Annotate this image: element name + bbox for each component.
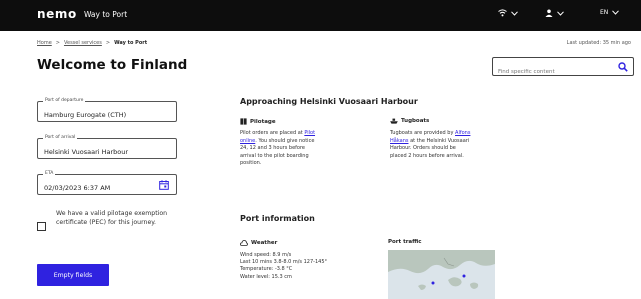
language-selector[interactable]: EN [600,9,620,16]
port-of-departure-label: Port of departure [43,98,86,103]
harbour-map-graphic [388,250,495,290]
last-updated-text: Last updated: 35 min ago [566,40,631,46]
language-label: EN [600,9,609,16]
weather-readings: Wind speed: 8.9 m/s Last 10 mins 3.8-8.0… [240,252,370,281]
port-of-arrival-field: Port of arrival [37,135,177,162]
port-of-arrival-label: Port of arrival [43,135,78,140]
top-navigation-bar: nemo Way to Port EN [0,0,641,31]
water-level-text: Water level: 15.3 cm [240,273,292,280]
ship-icon [390,118,398,124]
book-icon [240,118,247,125]
vessel-marker[interactable] [462,274,466,278]
port-of-arrival-input[interactable] [38,142,150,162]
person-icon [545,9,553,17]
eta-field: ETA [37,171,177,198]
search-input[interactable] [493,63,611,81]
user-menu[interactable] [545,9,564,17]
pilotage-text: Pilot orders are placed at Pilot online.… [240,130,322,168]
breadcrumb-vessel-services[interactable]: Vessel services [64,40,102,46]
wind-speed-text: Wind speed: 8.9 m/s [240,252,292,258]
pilotage-text-before: Pilot orders are placed at [240,130,303,136]
calendar-icon[interactable] [159,180,169,190]
vessel-marker[interactable] [431,281,435,285]
port-of-departure-input[interactable] [38,105,150,125]
tugboats-heading: Tugboats [390,118,429,124]
app-title: Way to Port [84,10,128,19]
breadcrumb-home[interactable]: Home [37,40,52,46]
page-title: Welcome to Finland [37,57,188,73]
port-traffic-heading: Port traffic [388,239,422,245]
chevron-down-icon [612,10,620,15]
nemo-logo[interactable]: nemo [37,7,77,21]
pec-checkbox-label[interactable]: We have a valid pilotage exemption certi… [56,210,188,227]
tugboats-text: Tugboats are provided by Alfons Håkans a… [390,130,472,160]
pilotage-heading: Pilotage [240,118,276,125]
search-icon[interactable] [618,62,628,72]
wifi-icon [498,9,507,17]
eta-input[interactable] [38,178,150,198]
pilotage-heading-text: Pilotage [250,118,276,125]
breadcrumb: Home > Vessel services > Way to Port [37,40,147,46]
tugboats-text-before: Tugboats are provided by [390,130,454,136]
eta-label: ETA [43,171,56,176]
cloud-icon [240,240,248,246]
search-box [492,57,634,81]
breadcrumb-separator: > [105,40,111,46]
breadcrumb-current: Way to Port [114,40,148,46]
wind-range-text: Last 10 mins 3.8-8.0 m/s 127-145° [240,259,328,266]
tugboats-heading-text: Tugboats [401,118,430,124]
connectivity-menu[interactable] [498,9,518,17]
weather-heading-text: Weather [251,239,278,246]
weather-heading: Weather [240,239,277,246]
port-of-departure-field: Port of departure [37,98,177,125]
empty-fields-button[interactable]: Empty fields [37,264,109,286]
port-information-title: Port information [240,214,315,223]
chevron-down-icon [557,10,564,16]
pec-checkbox[interactable] [37,222,46,231]
breadcrumb-separator: > [55,40,60,46]
approaching-section-title: Approaching Helsinki Vuosaari Harbour [240,97,418,106]
chevron-down-icon [511,10,518,16]
port-traffic-heading-text: Port traffic [388,239,422,245]
temperature-text: Temperature: -3.8 °C [240,266,293,273]
port-traffic-map[interactable] [388,250,495,299]
